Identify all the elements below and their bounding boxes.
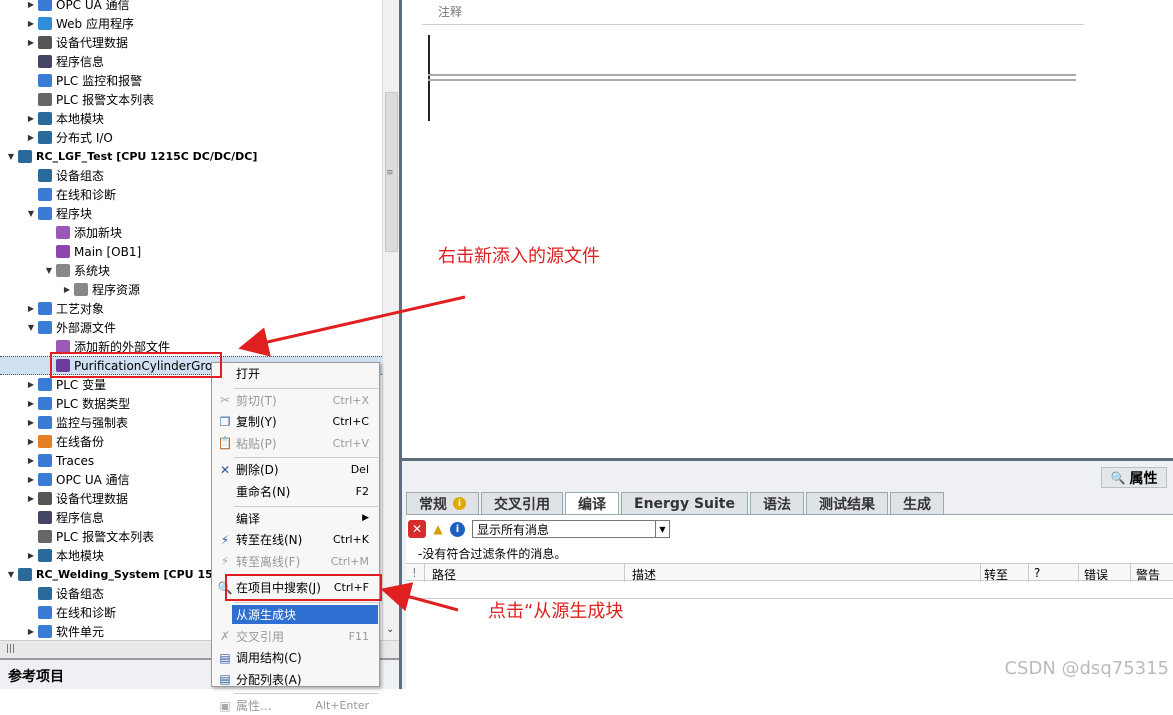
annotation-arrows bbox=[238, 295, 466, 612]
arrow-to-source-file bbox=[238, 295, 466, 357]
menu-separator bbox=[234, 693, 378, 695]
menu-item-label: 属性... bbox=[236, 699, 272, 714]
watermark: CSDN @dsq75315 bbox=[1004, 658, 1169, 679]
menu-item[interactable]: ▣ 属性... Alt+Enter bbox=[212, 696, 379, 715]
arrow-to-generate-menu bbox=[380, 582, 459, 612]
annotation-click-generate: 点击“从源生成块 bbox=[488, 601, 624, 622]
annotation-right-click: 右击新添入的源文件 bbox=[438, 246, 600, 267]
menu-item-shortcut: Alt+Enter bbox=[315, 699, 369, 713]
properties-icon: ▣ bbox=[219, 698, 231, 713]
